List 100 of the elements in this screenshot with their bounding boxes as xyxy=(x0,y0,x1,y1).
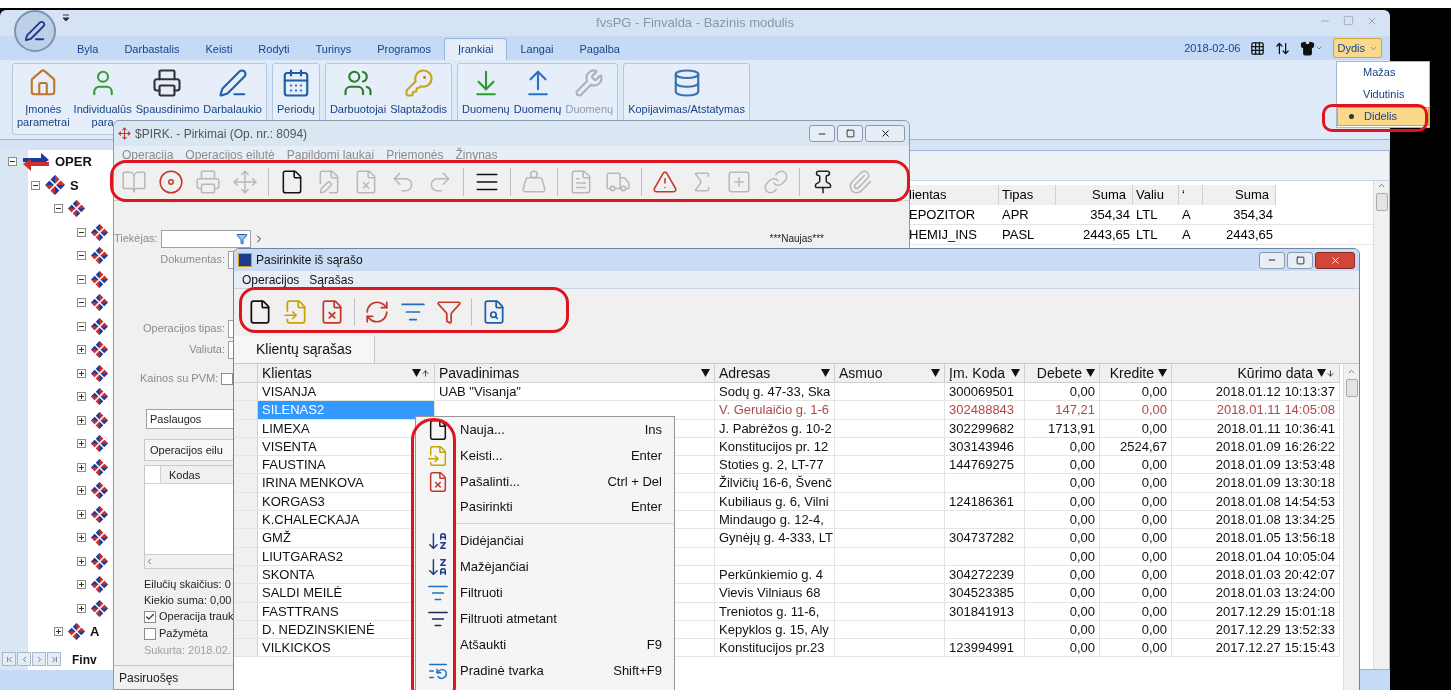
ribbon-button[interactable]: Duomenų xyxy=(460,64,512,116)
caret-icon[interactable] xyxy=(1315,44,1324,52)
maximize-button[interactable] xyxy=(1287,251,1313,269)
size-menu-item[interactable]: Vidutinis xyxy=(1337,85,1429,104)
ribbon-tab[interactable]: Byla xyxy=(64,38,112,60)
ribbon-button[interactable]: Darbalaukio xyxy=(201,64,264,116)
tab-nav-button[interactable] xyxy=(47,652,61,666)
filter-icon[interactable] xyxy=(235,232,248,245)
maximize-button[interactable] xyxy=(837,125,863,142)
size-dropdown-button[interactable]: Dydis xyxy=(1333,38,1382,58)
expand-toggle[interactable] xyxy=(77,345,86,355)
checkbox[interactable] xyxy=(144,610,156,623)
expand-toggle[interactable] xyxy=(77,533,86,543)
tree-item-label[interactable]: S xyxy=(70,175,79,195)
expand-toggle[interactable] xyxy=(77,486,86,496)
ribbon-button[interactable]: Įmonės parametrai xyxy=(15,64,72,129)
expand-toggle[interactable] xyxy=(31,180,40,190)
menu-item[interactable]: Pradinė tvarka Shift+F9 xyxy=(416,658,674,684)
list-tab[interactable]: Klientų sąrašas xyxy=(234,336,375,363)
ribbon-tab[interactable]: Turinys xyxy=(302,38,365,60)
expand-toggle[interactable] xyxy=(77,368,86,378)
column-header[interactable]: Kodas xyxy=(161,466,233,483)
expand-toggle[interactable] xyxy=(54,204,63,214)
column-header[interactable]: Suma xyxy=(1056,185,1133,205)
minimize-button[interactable] xyxy=(809,125,835,142)
minimize-button[interactable] xyxy=(1259,251,1285,269)
expand-toggle[interactable] xyxy=(77,509,86,519)
filter-arrow-icon[interactable] xyxy=(1011,369,1020,377)
tree-item-label[interactable]: OPER xyxy=(55,152,92,172)
lines-tab[interactable]: Operacijos eilu xyxy=(144,439,234,461)
ribbon-tab[interactable]: Pagalba xyxy=(566,38,633,60)
column-header[interactable]: Asmuo xyxy=(835,364,945,382)
column-header[interactable]: Tipas xyxy=(999,185,1056,205)
expand-toggle[interactable] xyxy=(77,556,86,566)
expand-toggle[interactable] xyxy=(77,580,86,590)
expand-toggle[interactable] xyxy=(77,462,86,472)
scroll-thumb[interactable] xyxy=(1345,379,1358,397)
menu-item[interactable]: Operacijos xyxy=(242,270,300,289)
scrollbar[interactable] xyxy=(1373,181,1389,669)
quick-access-icon[interactable] xyxy=(62,14,70,22)
column-header[interactable]: Valiu xyxy=(1133,185,1179,205)
scrollbar[interactable] xyxy=(1343,364,1359,690)
scroll-up-icon[interactable] xyxy=(1347,367,1356,376)
expand-toggle[interactable] xyxy=(77,298,86,308)
ribbon-button[interactable]: Kopijavimas/Atstatymas xyxy=(626,64,747,116)
scroll-left-icon[interactable] xyxy=(145,557,154,566)
filter-arrow-icon[interactable] xyxy=(931,369,940,377)
column-header[interactable]: Pavadinimas xyxy=(435,364,715,382)
expand-toggle[interactable] xyxy=(77,603,86,613)
ribbon-tab[interactable]: Darbastalis xyxy=(111,38,193,60)
expand-toggle[interactable] xyxy=(77,321,86,331)
ribbon-button[interactable]: Spausdinimo xyxy=(133,64,202,116)
tab-nav-button[interactable] xyxy=(17,652,31,666)
ribbon-button[interactable]: Individualūs para xyxy=(71,64,134,129)
ribbon-tab[interactable]: Įrankiai xyxy=(444,38,508,60)
filter-arrow-icon[interactable] xyxy=(1158,369,1167,377)
ribbon-button[interactable]: Periodų xyxy=(274,64,317,116)
column-header[interactable]: Adresas xyxy=(715,364,835,382)
scroll-thumb[interactable] xyxy=(1375,193,1388,211)
tree-item-label[interactable]: A xyxy=(90,622,100,642)
ribbon-button[interactable]: Slaptažodis xyxy=(388,64,450,116)
expand-toggle[interactable] xyxy=(54,627,63,637)
checkbox[interactable] xyxy=(144,627,156,640)
ribbon-tab[interactable]: Rodyti xyxy=(245,38,303,60)
filter-arrow-icon[interactable] xyxy=(701,369,710,377)
ribbon-tab[interactable]: Keisti xyxy=(192,38,246,60)
shirt-icon[interactable] xyxy=(1300,40,1316,56)
expand-toggle[interactable] xyxy=(77,227,86,237)
column-header[interactable]: Kūrimo data xyxy=(1172,364,1340,382)
expand-toggle[interactable] xyxy=(77,251,86,261)
expand-toggle[interactable] xyxy=(8,157,17,167)
ribbon-button[interactable]: Duomenų xyxy=(511,64,564,116)
filter-arrow-icon[interactable] xyxy=(412,369,421,377)
scrollbar[interactable] xyxy=(145,554,233,568)
close-button[interactable] xyxy=(1315,251,1355,269)
ribbon-button[interactable]: Darbuotojai xyxy=(327,64,389,116)
filter-arrow-icon[interactable] xyxy=(821,369,830,377)
filter-arrow-icon[interactable] xyxy=(1086,369,1095,377)
column-header[interactable]: Įm. Koda xyxy=(945,364,1025,382)
expand-toggle[interactable] xyxy=(77,415,86,425)
supplier-field[interactable] xyxy=(160,229,251,248)
column-header[interactable]: Debete xyxy=(1025,364,1100,382)
size-menu-item[interactable]: Mažas xyxy=(1337,63,1429,82)
column-header[interactable]: ‘ xyxy=(1179,185,1203,205)
column-header[interactable]: Kredite xyxy=(1100,364,1172,382)
tab-nav-button[interactable] xyxy=(2,652,16,666)
filter-arrow-icon[interactable] xyxy=(1317,369,1326,377)
ribbon-tab[interactable]: Programos xyxy=(364,38,444,60)
expand-toggle[interactable] xyxy=(77,392,86,402)
column-header[interactable]: Klientas xyxy=(258,364,435,382)
checkbox[interactable] xyxy=(221,372,234,385)
expand-toggle[interactable] xyxy=(77,439,86,449)
menu-item[interactable]: Sąrašas xyxy=(309,270,354,289)
tab-nav-button[interactable] xyxy=(32,652,46,666)
scroll-up-icon[interactable] xyxy=(1377,181,1386,190)
size-menu-item[interactable]: Didelis xyxy=(1337,107,1429,126)
category-dropdown[interactable]: Paslaugos xyxy=(146,409,234,429)
column-header[interactable]: Suma xyxy=(1203,185,1276,205)
close-icon[interactable] xyxy=(1366,15,1378,27)
up-down-arrow-icon[interactable] xyxy=(1275,40,1291,56)
